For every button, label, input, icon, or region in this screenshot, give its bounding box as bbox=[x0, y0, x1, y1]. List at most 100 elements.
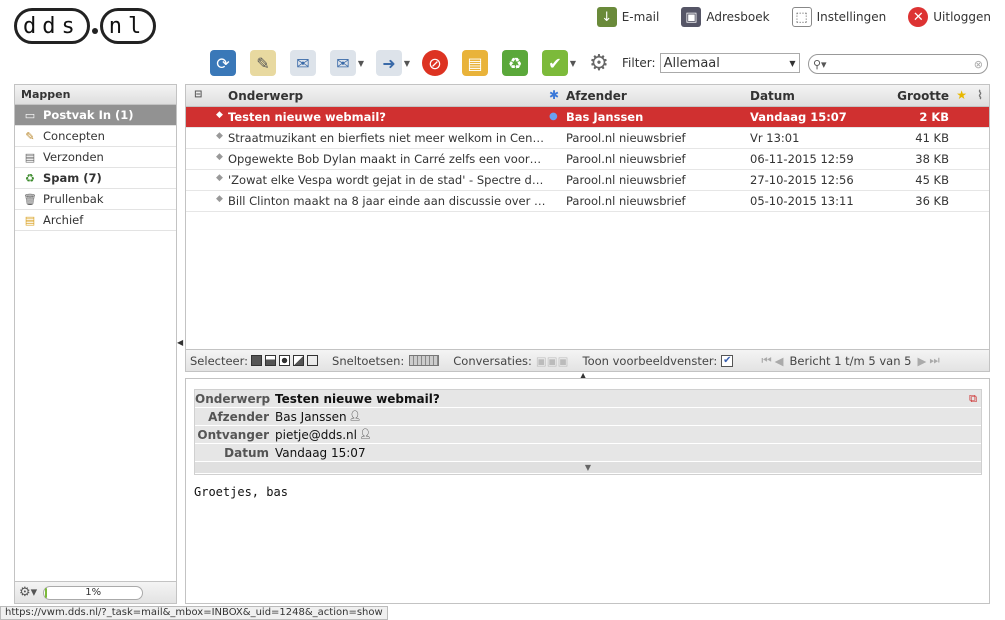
message-preview: Onderwerp Testen nieuwe webmail? ⧉ Afzen… bbox=[185, 378, 990, 604]
reply-all-icon: ✉ bbox=[330, 50, 356, 76]
reply-all-button[interactable]: ✉ ▼ bbox=[326, 47, 364, 79]
select-all-icon[interactable] bbox=[251, 355, 263, 366]
more-button[interactable]: ⚙ bbox=[582, 47, 616, 79]
list-options-icon[interactable]: ⊟ bbox=[194, 89, 202, 100]
spam-icon: ♻ bbox=[25, 171, 35, 185]
filter-select[interactable]: Allemaal ▼ bbox=[659, 53, 800, 73]
message-body: Groetjes, bas bbox=[194, 485, 288, 499]
header-from-value[interactable]: Bas Janssen bbox=[275, 410, 347, 424]
refresh-button[interactable]: ⟳ bbox=[206, 47, 240, 79]
settings-icon: ⬚ bbox=[791, 7, 812, 27]
row-date: 27-10-2015 12:56 bbox=[750, 173, 854, 187]
shortcuts-label: Sneltoetsen: bbox=[332, 353, 405, 368]
folder-panel-footer: ⚙▾ 1% bbox=[15, 581, 176, 603]
recycle-bin-icon: ♻ bbox=[502, 50, 528, 76]
row-from: Parool.nl nieuwsbrief bbox=[566, 152, 686, 166]
folder-panel: Mappen ▭ Postvak In (1) ✎ Concepten ▤ Ve… bbox=[14, 84, 177, 604]
flag-star-icon[interactable]: ★ bbox=[956, 88, 967, 102]
message-row[interactable]: ◆ Testen nieuwe webmail? ● Bas Janssen V… bbox=[186, 107, 989, 128]
logo-part-dds: dds bbox=[14, 8, 90, 44]
person-icon[interactable]: 👤︎ bbox=[349, 411, 362, 422]
message-row[interactable]: ◆ Straatmuzikant en bierfiets niet meer … bbox=[186, 128, 989, 149]
row-date: 06-11-2015 12:59 bbox=[750, 152, 854, 166]
message-row[interactable]: ◆ Opgewekte Bob Dylan maakt in Carré zel… bbox=[186, 149, 989, 170]
nav-logout[interactable]: ✕ Uitloggen bbox=[908, 6, 991, 28]
select-none-icon[interactable] bbox=[307, 355, 319, 366]
message-row[interactable]: ◆ 'Zowat elke Vespa wordt gejat in de st… bbox=[186, 170, 989, 191]
header-from-label: Afzender bbox=[208, 409, 269, 424]
select-invert-icon[interactable] bbox=[293, 355, 305, 366]
chevron-down-icon[interactable]: ▼ bbox=[404, 59, 410, 68]
folder-archive[interactable]: ▤ Archief bbox=[15, 210, 176, 231]
header-from: Afzender Bas Janssen 👤︎ bbox=[195, 408, 981, 426]
prev-page-icon[interactable]: ◀ bbox=[775, 354, 784, 368]
column-size[interactable]: Grootte bbox=[897, 89, 949, 103]
message-list: ⊟ Onderwerp ✱ Afzender Datum Grootte ★ ⌇… bbox=[185, 84, 990, 372]
header-subject: Onderwerp Testen nieuwe webmail? ⧉ bbox=[195, 390, 981, 408]
folder-archive-label: Archief bbox=[43, 213, 84, 227]
next-page-icon[interactable]: ▶ bbox=[918, 354, 927, 368]
column-from[interactable]: Afzender bbox=[566, 89, 627, 103]
nav-settings[interactable]: ⬚ Instellingen bbox=[791, 6, 886, 28]
row-size: 2 KB bbox=[919, 110, 949, 124]
preview-toggle-label: Toon voorbeeldvenster: bbox=[582, 353, 718, 368]
message-row[interactable]: ◆ Bill Clinton maakt na 8 jaar einde aan… bbox=[186, 191, 989, 212]
row-subject: Testen nieuwe webmail? bbox=[228, 110, 386, 124]
status-column-icon[interactable]: ✱ bbox=[549, 88, 559, 102]
forward-button[interactable]: ➜ ▼ bbox=[372, 47, 410, 79]
folder-spam-label: Spam (7) bbox=[43, 171, 102, 185]
open-new-window-icon[interactable]: ⧉ bbox=[969, 392, 977, 406]
preview-checkbox[interactable]: ✔ bbox=[721, 354, 734, 367]
person-icon[interactable]: 👤︎ bbox=[359, 429, 372, 440]
folder-inbox[interactable]: ▭ Postvak In (1) bbox=[15, 105, 176, 126]
folder-settings-gear-icon[interactable]: ⚙▾ bbox=[19, 585, 37, 600]
compose-icon: ✎ bbox=[250, 50, 276, 76]
filter-value: Allemaal bbox=[663, 55, 720, 71]
chevron-down-icon[interactable]: ▼ bbox=[358, 59, 364, 68]
row-subject: Opgewekte Bob Dylan maakt in Carré zelfs… bbox=[228, 152, 542, 166]
mark-icon: ✔ bbox=[542, 50, 568, 76]
trash-icon: 🗑︎ bbox=[23, 192, 37, 206]
row-subject: 'Zowat elke Vespa wordt gejat in de stad… bbox=[228, 173, 544, 187]
keyboard-icon[interactable] bbox=[409, 355, 440, 366]
select-unread-icon[interactable] bbox=[279, 355, 291, 366]
column-subject[interactable]: Onderwerp bbox=[228, 89, 303, 103]
message-list-header: ⊟ Onderwerp ✱ Afzender Datum Grootte ★ ⌇ bbox=[186, 85, 989, 107]
nav-addressbook[interactable]: ▣ Adresboek bbox=[681, 6, 770, 28]
filter-label: Filter: bbox=[622, 56, 656, 70]
search-box[interactable]: ⚲▾ ⊗ bbox=[808, 54, 988, 74]
nav-addressbook-label: Adresboek bbox=[706, 10, 770, 24]
header-to-value[interactable]: pietje@dds.nl bbox=[275, 428, 357, 442]
archive-button[interactable]: ▤ bbox=[458, 47, 492, 79]
select-page-icon[interactable] bbox=[265, 355, 277, 366]
unread-dot-icon[interactable]: ● bbox=[549, 111, 558, 122]
folder-drafts[interactable]: ✎ Concepten bbox=[15, 126, 176, 147]
search-input[interactable] bbox=[826, 57, 974, 71]
nav-email[interactable]: ↓ E-mail bbox=[596, 6, 659, 28]
compose-button[interactable]: ✎ bbox=[246, 47, 280, 79]
toolbar: ⟳ ✎ ✉ ✉ ▼ ➜ ▼ ⊘ ▤ ♻ ✔ ▼ ⚙ bbox=[206, 46, 616, 80]
browser-status-bar: https://vwm.dds.nl/?_task=mail&_mbox=INB… bbox=[0, 606, 388, 620]
chevron-down-icon[interactable]: ▼ bbox=[570, 59, 576, 68]
thread-list-icon[interactable]: ▣▣▣ bbox=[536, 354, 569, 368]
folder-sent[interactable]: ▤ Verzonden bbox=[15, 147, 176, 168]
folder-trash[interactable]: 🗑︎ Prullenbak bbox=[15, 189, 176, 210]
attachment-icon[interactable]: ⌇ bbox=[977, 88, 983, 102]
mark-button[interactable]: ✔ ▼ bbox=[538, 47, 576, 79]
spam-button[interactable]: ♻ bbox=[498, 47, 532, 79]
clear-search-icon[interactable]: ⊗ bbox=[974, 58, 983, 71]
folder-spam[interactable]: ♻ Spam (7) bbox=[15, 168, 176, 189]
select-label: Selecteer: bbox=[190, 353, 249, 368]
sidebar-splitter-icon[interactable]: ◀ bbox=[177, 338, 183, 347]
paging-info: Bericht 1 t/m 5 van 5 bbox=[789, 353, 912, 368]
folder-drafts-label: Concepten bbox=[43, 129, 105, 143]
headers-expand[interactable]: ▼ bbox=[195, 462, 981, 474]
first-page-icon[interactable]: ⏮ bbox=[761, 353, 771, 368]
logo[interactable]: dds nl bbox=[14, 6, 157, 46]
search-icon[interactable]: ⚲▾ bbox=[813, 58, 827, 71]
last-page-icon[interactable]: ⏭ bbox=[929, 353, 939, 368]
reply-button[interactable]: ✉ bbox=[286, 47, 320, 79]
delete-button[interactable]: ⊘ bbox=[418, 47, 452, 79]
column-date[interactable]: Datum bbox=[750, 89, 795, 103]
row-from: Bas Janssen bbox=[566, 110, 644, 124]
